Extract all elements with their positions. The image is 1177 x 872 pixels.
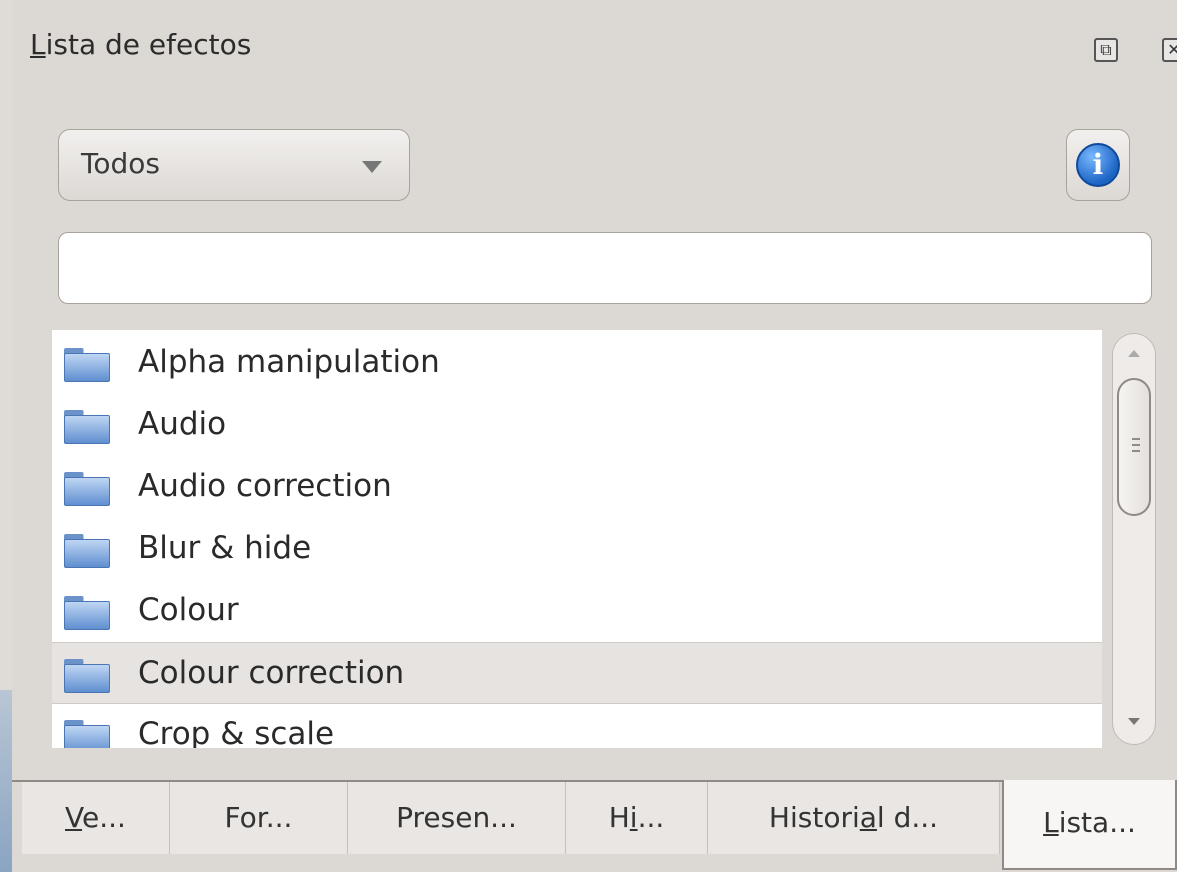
- dock-tab-5[interactable]: Lista...: [1002, 780, 1177, 870]
- vertical-scrollbar[interactable]: [1112, 333, 1156, 745]
- tab-label-post: l d...: [876, 801, 939, 834]
- effect-category-item[interactable]: Colour: [52, 580, 1102, 642]
- grip-line: [1132, 438, 1140, 440]
- effect-category-item[interactable]: Colour correction: [52, 642, 1102, 704]
- title-text: ista de efectos: [45, 28, 252, 61]
- effect-category-label: Alpha manipulation: [138, 344, 440, 380]
- tab-label-pre: Histori: [768, 801, 860, 834]
- folder-icon: [64, 720, 110, 748]
- grip-line: [1132, 444, 1140, 446]
- effect-category-label: Audio correction: [138, 468, 392, 504]
- scroll-down-arrow-icon[interactable]: [1128, 718, 1140, 725]
- tab-label-ul: i: [629, 801, 638, 834]
- tab-label-ul: L: [1043, 806, 1059, 839]
- effect-category-item[interactable]: Crop & scale: [52, 704, 1102, 748]
- folder-icon-body: [64, 353, 110, 382]
- tab-label-ul: V: [65, 801, 83, 834]
- scroll-up-arrow-icon[interactable]: [1128, 350, 1140, 357]
- tab-label-pre: H: [608, 801, 630, 834]
- scrollbar-thumb[interactable]: [1117, 378, 1151, 516]
- close-icon: ✕: [1167, 40, 1177, 59]
- dock-tab-2[interactable]: Presen...: [348, 782, 566, 854]
- info-button[interactable]: i: [1066, 129, 1130, 201]
- left-edge-background: [0, 690, 12, 872]
- tab-label-post: ...: [637, 801, 665, 834]
- dropdown-arrow-icon: [362, 161, 382, 173]
- effect-category-item[interactable]: Alpha manipulation: [52, 332, 1102, 394]
- folder-icon: [64, 472, 110, 506]
- dock-tab-3[interactable]: Hi...: [566, 782, 708, 854]
- folder-icon-body: [64, 664, 110, 693]
- tab-label-pre: For...: [224, 801, 293, 834]
- info-icon: i: [1076, 143, 1120, 187]
- folder-icon-body: [64, 539, 110, 568]
- folder-icon-body: [64, 415, 110, 444]
- dock-tab-0[interactable]: Ve...: [22, 782, 170, 854]
- effect-category-item[interactable]: Audio correction: [52, 456, 1102, 518]
- float-window-button[interactable]: ⧉: [1094, 38, 1118, 62]
- folder-icon: [64, 534, 110, 568]
- folder-icon: [64, 410, 110, 444]
- category-filter-dropdown[interactable]: Todos: [58, 129, 410, 201]
- grip-line: [1132, 450, 1140, 452]
- folder-icon-body: [64, 601, 110, 630]
- folder-icon-body: [64, 725, 110, 748]
- float-window-icon: ⧉: [1100, 40, 1112, 59]
- tab-label-pre: Presen...: [396, 801, 517, 834]
- folder-icon: [64, 596, 110, 630]
- effect-category-item[interactable]: Blur & hide: [52, 518, 1102, 580]
- effect-category-label: Colour correction: [138, 655, 405, 691]
- folder-icon: [64, 348, 110, 382]
- title-mnemonic: L: [30, 28, 46, 61]
- panel-title: Lista de efectos: [30, 28, 251, 61]
- search-input[interactable]: [58, 232, 1152, 304]
- effects-list[interactable]: Alpha manipulation Audio Audio correction B…: [52, 330, 1102, 748]
- effect-category-label: Crop & scale: [138, 716, 335, 748]
- effect-category-label: Colour: [138, 592, 239, 628]
- dock-tab-4[interactable]: Historial d...: [708, 782, 1000, 854]
- category-filter-value: Todos: [81, 147, 160, 180]
- folder-icon-body: [64, 477, 110, 506]
- tab-label-ul: a: [859, 801, 877, 834]
- tab-label-post: ista...: [1058, 806, 1136, 839]
- dock-tab-1[interactable]: For...: [170, 782, 348, 854]
- effect-category-label: Audio: [138, 406, 227, 442]
- effect-category-label: Blur & hide: [138, 530, 312, 566]
- tab-label-post: e...: [82, 801, 126, 834]
- close-panel-button[interactable]: ✕: [1162, 38, 1177, 62]
- effect-category-item[interactable]: Audio: [52, 394, 1102, 456]
- folder-icon: [64, 659, 110, 693]
